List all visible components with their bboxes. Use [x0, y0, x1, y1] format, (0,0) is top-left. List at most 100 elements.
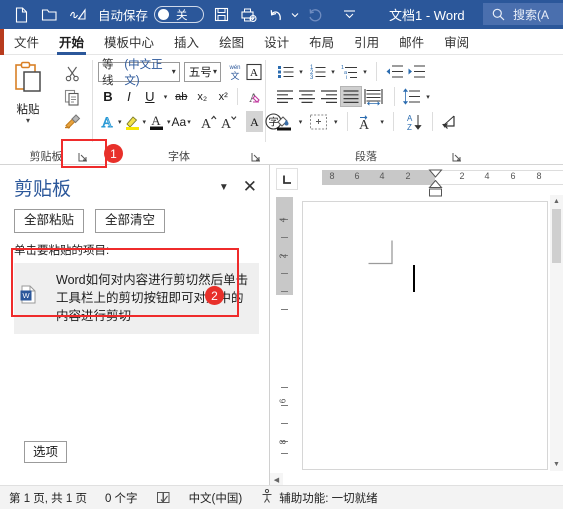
borders-dropdown-icon[interactable]: ▾	[331, 111, 341, 132]
change-case-button[interactable]: Aa	[172, 111, 187, 132]
language-indicator[interactable]: 中文(中国)	[180, 490, 252, 506]
vertical-scrollbar-thumb[interactable]	[552, 209, 561, 263]
options-button[interactable]: 选项	[24, 441, 68, 463]
undo-icon[interactable]	[262, 3, 289, 27]
increase-indent-icon[interactable]	[405, 61, 427, 82]
left-tab-stop-icon[interactable]	[276, 168, 298, 190]
character-shading-icon[interactable]: A	[245, 111, 263, 132]
chevron-down-icon[interactable]: ▾	[172, 67, 176, 76]
strikethrough-button[interactable]: ab	[171, 86, 191, 107]
touch-write-icon[interactable]	[64, 3, 91, 27]
font-color-dropdown-icon[interactable]: ▾	[167, 111, 171, 132]
undo-dropdown-icon[interactable]	[289, 3, 301, 27]
page-info[interactable]: 第 1 页, 共 1 页	[0, 490, 96, 506]
font-name-combo[interactable]: 等线 (中文正文) ▾	[98, 59, 180, 87]
horizontal-ruler[interactable]: 8 6 4 2 2 4 6 8	[322, 169, 563, 197]
align-justify-icon[interactable]	[340, 86, 362, 107]
font-size-combo[interactable]: 五号 ▾	[183, 61, 221, 82]
open-folder-icon[interactable]	[36, 3, 63, 27]
shrink-font-icon[interactable]: A	[219, 111, 238, 132]
search-input[interactable]: 搜索(A	[483, 3, 563, 25]
grow-font-icon[interactable]: A	[199, 111, 218, 132]
sort-icon[interactable]: AZ	[400, 111, 426, 132]
italic-button[interactable]: I	[119, 86, 139, 107]
tab-template-center[interactable]: 模板中心	[94, 29, 164, 55]
tab-draw[interactable]: 绘图	[209, 29, 254, 55]
tab-mailings[interactable]: 邮件	[389, 29, 434, 55]
line-spacing-dropdown-icon[interactable]: ▾	[423, 86, 433, 107]
clear-formatting-icon[interactable]: A	[242, 86, 263, 107]
paste-icon[interactable]	[13, 61, 43, 100]
text-effects-icon[interactable]: A	[98, 111, 117, 132]
change-case-dropdown-icon[interactable]: ▾	[187, 111, 191, 132]
close-icon[interactable]: ✕	[239, 177, 261, 197]
bullet-list-icon[interactable]	[274, 61, 296, 82]
font-color-icon[interactable]: A	[147, 111, 166, 132]
tab-review[interactable]: 审阅	[434, 29, 479, 55]
subscript-button[interactable]: x₂	[192, 86, 212, 107]
vertical-scrollbar[interactable]: ▲ ▼	[550, 195, 563, 471]
distribute-text-icon[interactable]	[362, 86, 388, 107]
word-count[interactable]: 0 个字	[96, 490, 147, 506]
pinyin-guide-icon[interactable]: A	[354, 111, 378, 132]
tab-insert[interactable]: 插入	[164, 29, 209, 55]
format-painter-icon[interactable]	[60, 109, 84, 131]
paste-all-button[interactable]: 全部粘贴	[14, 209, 85, 233]
bullets-dropdown-icon[interactable]: ▾	[296, 61, 306, 82]
multilevel-list-icon[interactable]: 1ai	[338, 61, 360, 82]
customize-qat-icon[interactable]	[336, 3, 363, 27]
highlight-dropdown-icon[interactable]: ▾	[143, 111, 147, 132]
pinyin-dropdown-icon[interactable]: ▾	[377, 111, 387, 132]
redo-icon[interactable]	[301, 3, 328, 27]
scroll-up-icon[interactable]: ▲	[550, 195, 563, 208]
chevron-down-icon[interactable]: ▼	[209, 178, 239, 197]
paragraph-dialog-launcher[interactable]	[450, 150, 463, 163]
svg-text:A: A	[250, 67, 258, 79]
document-page[interactable]	[302, 201, 548, 470]
numbered-list-icon[interactable]: 123	[306, 61, 328, 82]
scissors-icon[interactable]	[60, 63, 84, 85]
align-left-icon[interactable]	[274, 86, 296, 107]
tab-layout[interactable]: 布局	[299, 29, 344, 55]
align-right-icon[interactable]	[318, 86, 340, 107]
paragraph-borders-icon[interactable]	[305, 111, 331, 132]
text-highlight-icon[interactable]	[123, 111, 142, 132]
paste-dropdown-icon[interactable]: ▾	[26, 117, 30, 125]
new-document-icon[interactable]	[8, 3, 35, 27]
chevron-down-icon[interactable]: ▾	[213, 67, 217, 76]
print-preview-icon[interactable]	[235, 3, 262, 27]
clipboard-pane-title: 剪贴板	[14, 178, 72, 200]
tab-design[interactable]: 设计	[254, 29, 299, 55]
shading-dropdown-icon[interactable]: ▾	[296, 111, 306, 132]
tab-references[interactable]: 引用	[344, 29, 389, 55]
proofing-icon[interactable]	[147, 491, 180, 505]
paragraph-shading-icon[interactable]	[274, 111, 296, 132]
tab-file[interactable]: 文件	[4, 29, 49, 55]
superscript-button[interactable]: x²	[213, 86, 233, 107]
show-formatting-marks-icon[interactable]	[439, 111, 465, 132]
underline-button[interactable]: U	[140, 86, 160, 107]
tab-home[interactable]: 开始	[49, 29, 94, 55]
clear-all-button[interactable]: 全部清空	[95, 209, 166, 233]
accessibility-status[interactable]: 辅助功能: 一切就绪	[251, 488, 386, 506]
autosave-toggle[interactable]: 关	[154, 6, 205, 23]
underline-dropdown-icon[interactable]: ▾	[161, 86, 171, 107]
save-icon[interactable]	[208, 3, 235, 27]
font-dialog-launcher[interactable]	[249, 150, 262, 163]
clipboard-group-label: 剪贴板	[0, 147, 92, 165]
align-center-icon[interactable]	[296, 86, 318, 107]
ribbon-tabs: 文件 开始 模板中心 插入 绘图 设计 布局 引用 邮件 审阅	[0, 28, 563, 55]
text-effects-dropdown-icon[interactable]: ▾	[118, 111, 122, 132]
line-spacing-icon[interactable]	[401, 86, 423, 107]
decrease-indent-icon[interactable]	[383, 61, 405, 82]
annotation-number-1: 1	[104, 144, 123, 163]
character-border-icon[interactable]: A	[245, 61, 263, 82]
phonetic-guide-icon[interactable]: wén 文	[226, 61, 244, 82]
clipboard-dialog-launcher[interactable]	[76, 150, 89, 163]
copy-icon[interactable]	[60, 86, 84, 108]
numbering-dropdown-icon[interactable]: ▾	[328, 61, 338, 82]
scroll-down-icon[interactable]: ▼	[550, 458, 563, 471]
multilevel-dropdown-icon[interactable]: ▾	[360, 61, 370, 82]
left-indent-marker[interactable]	[428, 184, 443, 202]
bold-button[interactable]: B	[98, 86, 118, 107]
